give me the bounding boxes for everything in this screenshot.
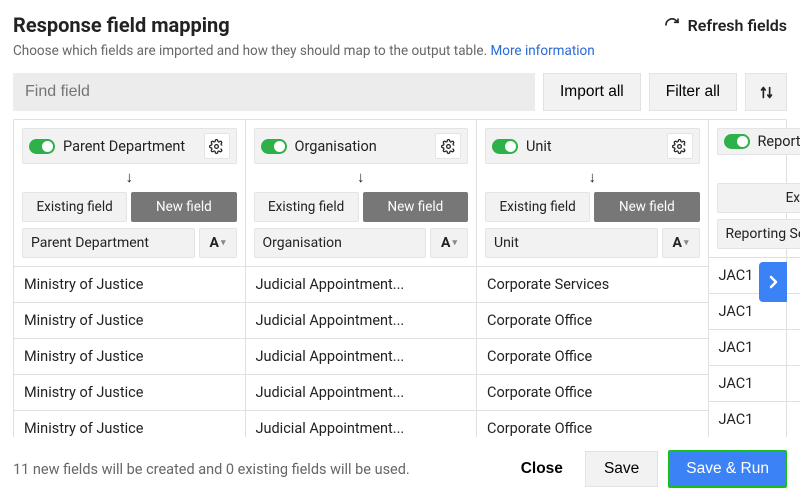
data-cell: Ministry of Justice	[14, 266, 245, 302]
save-and-run-button[interactable]: Save & Run	[668, 450, 787, 488]
arrow-down-icon: ↓	[717, 155, 800, 183]
data-cell: Judicial Appointment...	[246, 374, 477, 410]
description: Choose which fields are imported and how…	[13, 43, 787, 59]
gear-icon	[209, 139, 224, 154]
field-column: Organisation ↓Existing fieldNew field Orga…	[246, 120, 478, 446]
sort-button[interactable]	[745, 73, 787, 111]
field-header: Reporting Seni	[717, 128, 800, 155]
data-cell: Corporate Office	[477, 302, 708, 338]
field-name-input[interactable]: Unit	[485, 228, 658, 258]
gear-icon	[672, 139, 687, 154]
chevron-right-icon	[768, 275, 778, 289]
data-cell: Corporate Services	[477, 266, 708, 302]
caret-down-icon: ▾	[452, 238, 457, 248]
tab-existing-field[interactable]: Existing field	[717, 183, 800, 213]
field-column: Parent Department ↓Existing fieldNew fiel…	[14, 120, 246, 446]
field-name-input[interactable]: Organisation	[254, 228, 427, 258]
caret-down-icon: ▾	[684, 238, 689, 248]
field-header-label: Organisation	[295, 138, 432, 155]
field-name-input[interactable]: Parent Department	[22, 228, 195, 258]
tab-existing-field[interactable]: Existing field	[485, 192, 590, 222]
tab-new-field[interactable]: New field	[131, 192, 236, 222]
field-type-selector[interactable]: A▾	[430, 228, 468, 258]
field-type-selector[interactable]: A▾	[199, 228, 237, 258]
tab-new-field[interactable]: New field	[594, 192, 699, 222]
tab-existing-field[interactable]: Existing field	[22, 192, 127, 222]
refresh-label: Refresh fields	[688, 16, 787, 35]
refresh-fields-button[interactable]: Refresh fields	[664, 16, 787, 35]
sort-icon	[759, 85, 774, 100]
arrow-down-icon: ↓	[254, 164, 469, 192]
find-field-input[interactable]	[13, 73, 535, 111]
data-cell: Corporate Office	[477, 338, 708, 374]
data-cell: Judicial Appointment...	[246, 302, 477, 338]
arrow-down-icon: ↓	[22, 164, 237, 192]
type-text-icon: A	[441, 235, 450, 251]
refresh-icon	[664, 17, 680, 33]
page-title: Response field mapping	[13, 13, 230, 37]
scroll-right-button[interactable]	[759, 262, 787, 302]
field-enabled-toggle[interactable]	[29, 139, 55, 154]
field-header-label: Parent Department	[63, 138, 200, 155]
data-cell: Ministry of Justice	[14, 302, 245, 338]
data-cell: JAC1	[709, 365, 800, 401]
tab-new-field[interactable]: New field	[363, 192, 468, 222]
field-header-label: Reporting Seni	[758, 133, 800, 150]
type-text-icon: A	[210, 235, 219, 251]
data-cell: JAC1	[709, 329, 800, 365]
field-column: Unit↓Existing fieldNew fieldUnitA▾Corpor…	[477, 120, 709, 446]
gear-icon	[441, 139, 456, 154]
data-cell: JAC1	[709, 401, 800, 437]
caret-down-icon: ▾	[221, 238, 226, 248]
field-enabled-toggle[interactable]	[724, 134, 750, 149]
arrow-down-icon: ↓	[485, 164, 700, 192]
field-name-input[interactable]: Reporting Senior F	[717, 219, 800, 249]
data-cell: Judicial Appointment...	[246, 266, 477, 302]
data-cell: Ministry of Justice	[14, 374, 245, 410]
field-enabled-toggle[interactable]	[261, 139, 287, 154]
import-all-button[interactable]: Import all	[543, 73, 641, 111]
field-header: Parent Department	[22, 128, 237, 164]
close-button[interactable]: Close	[509, 452, 575, 486]
filter-all-button[interactable]: Filter all	[649, 73, 737, 111]
save-button[interactable]: Save	[585, 451, 658, 487]
field-settings-button[interactable]	[435, 133, 461, 159]
field-settings-button[interactable]	[204, 133, 230, 159]
field-header-label: Unit	[526, 138, 663, 155]
field-header: Unit	[485, 128, 700, 164]
field-columns: Parent Department↓Existing fieldNew fiel…	[13, 119, 787, 447]
data-cell: Corporate Office	[477, 374, 708, 410]
more-information-link[interactable]: More information	[491, 43, 595, 59]
field-type-selector[interactable]: A▾	[662, 228, 700, 258]
field-settings-button[interactable]	[667, 133, 693, 159]
type-text-icon: A	[673, 235, 682, 251]
data-cell: Ministry of Justice	[14, 338, 245, 374]
field-header: Organisation	[254, 128, 469, 164]
field-enabled-toggle[interactable]	[492, 139, 518, 154]
footer-status: 11 new fields will be created and 0 exis…	[13, 461, 509, 478]
tab-existing-field[interactable]: Existing field	[254, 192, 359, 222]
data-cell: Judicial Appointment...	[246, 338, 477, 374]
footer: 11 new fields will be created and 0 exis…	[0, 437, 800, 500]
